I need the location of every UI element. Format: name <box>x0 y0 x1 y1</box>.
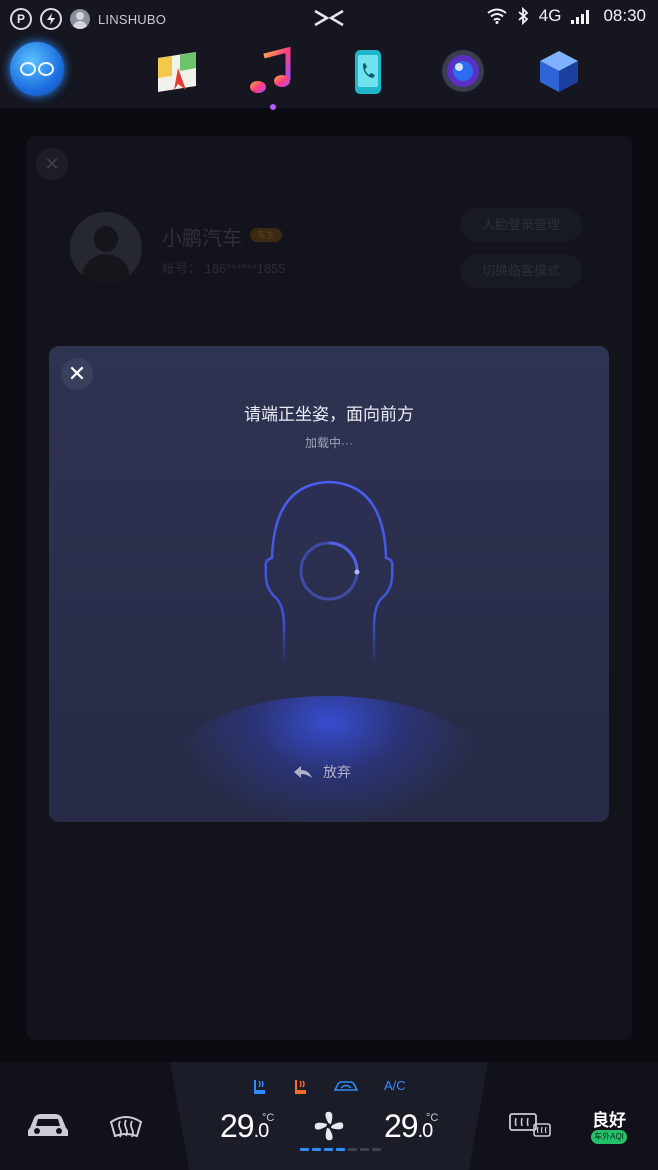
left-temp-int: 29 <box>220 1108 255 1144</box>
app-store-icon[interactable] <box>534 46 584 96</box>
avatar <box>70 212 142 284</box>
owner-badge: 车主 <box>250 228 282 242</box>
head-outline-icon <box>264 480 394 666</box>
fan-speed-segment <box>336 1148 345 1151</box>
assistant-eye-icon <box>20 62 36 76</box>
fan-speed-segment <box>348 1148 357 1151</box>
fan-icon[interactable] <box>313 1110 345 1142</box>
climate-bar: A/C 29.0 °C 29.0 °C 良好 车外AQI <box>0 1062 658 1170</box>
face-scan-dialog: ✕ 请端正坐姿，面向前方 加载中··· 放弃 <box>49 346 609 822</box>
phone-app-icon[interactable] <box>343 46 393 96</box>
panel-close-button[interactable]: ✕ <box>36 148 68 180</box>
left-temp-unit: °C <box>262 1112 275 1124</box>
bluetooth-icon <box>518 7 529 25</box>
guest-mode-button[interactable]: 切换临客模式 <box>460 254 582 288</box>
close-button[interactable]: ✕ <box>61 358 93 390</box>
signal-icon <box>571 10 590 24</box>
fan-speed-segment <box>300 1148 309 1151</box>
air-quality-value: 良好 <box>592 1111 626 1130</box>
recirculation-icon[interactable] <box>333 1080 359 1094</box>
maps-app-icon[interactable] <box>152 46 202 96</box>
seat-cool-icon[interactable] <box>252 1078 268 1096</box>
rear-defrost-icon[interactable] <box>508 1112 552 1142</box>
music-app-icon[interactable] <box>248 46 298 96</box>
fan-speed-segment <box>324 1148 333 1151</box>
status-bar: P LINSHUBO 4G 08:30 <box>0 0 658 36</box>
give-up-button[interactable]: 放弃 <box>293 762 351 782</box>
ac-button[interactable]: A/C <box>384 1078 406 1093</box>
right-temp-unit: °C <box>426 1112 439 1124</box>
energy-icon <box>40 8 62 30</box>
fan-speed-segment <box>312 1148 321 1151</box>
username-label: LINSHUBO <box>98 11 167 27</box>
user-name: 小鹏汽车 <box>162 228 242 250</box>
front-defrost-icon[interactable] <box>108 1112 144 1142</box>
camera-app-icon[interactable] <box>438 46 488 96</box>
network-type: 4G <box>538 6 562 25</box>
aqi-badge: 车外AQI <box>591 1130 627 1144</box>
xpeng-logo-icon <box>314 9 344 27</box>
user-icon <box>70 9 90 29</box>
scan-glow <box>179 696 479 822</box>
face-login-manage-button[interactable]: 人脸登录管理 <box>460 208 582 242</box>
right-temp-int: 29 <box>384 1108 419 1144</box>
fan-speed-indicator[interactable] <box>300 1148 381 1151</box>
app-dock <box>0 36 658 110</box>
parking-icon: P <box>10 8 32 30</box>
car-icon[interactable] <box>26 1108 70 1142</box>
assistant-eye-icon <box>38 62 54 76</box>
seat-heat-icon[interactable] <box>293 1078 309 1096</box>
loading-text: 加载中··· <box>305 436 353 450</box>
dialog-title: 请端正坐姿，面向前方 <box>244 405 414 424</box>
fan-speed-segment <box>372 1148 381 1151</box>
clock: 08:30 <box>603 6 646 25</box>
active-app-indicator <box>270 104 276 110</box>
assistant-button[interactable] <box>10 42 64 96</box>
fan-speed-segment <box>360 1148 369 1151</box>
account-number: 帐号： 186******1855 <box>162 261 286 276</box>
back-arrow-icon <box>294 766 312 778</box>
wifi-icon <box>487 8 507 24</box>
give-up-label: 放弃 <box>323 764 351 780</box>
